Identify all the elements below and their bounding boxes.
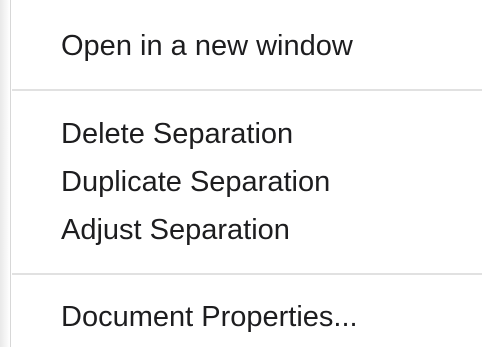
- menu-item-adjust-separation[interactable]: Adjust Separation: [61, 209, 290, 251]
- menu-item-duplicate-separation[interactable]: Duplicate Separation: [61, 161, 330, 203]
- context-menu: Open in a new window Delete Separation D…: [10, 0, 482, 347]
- menu-item-delete-separation[interactable]: Delete Separation: [61, 113, 293, 155]
- menu-item-open-in-new-window[interactable]: Open in a new window: [61, 25, 353, 67]
- menu-separator: [12, 89, 482, 91]
- menu-separator: [12, 273, 482, 275]
- menu-shadow: [0, 0, 10, 347]
- menu-item-document-properties[interactable]: Document Properties...: [61, 296, 358, 338]
